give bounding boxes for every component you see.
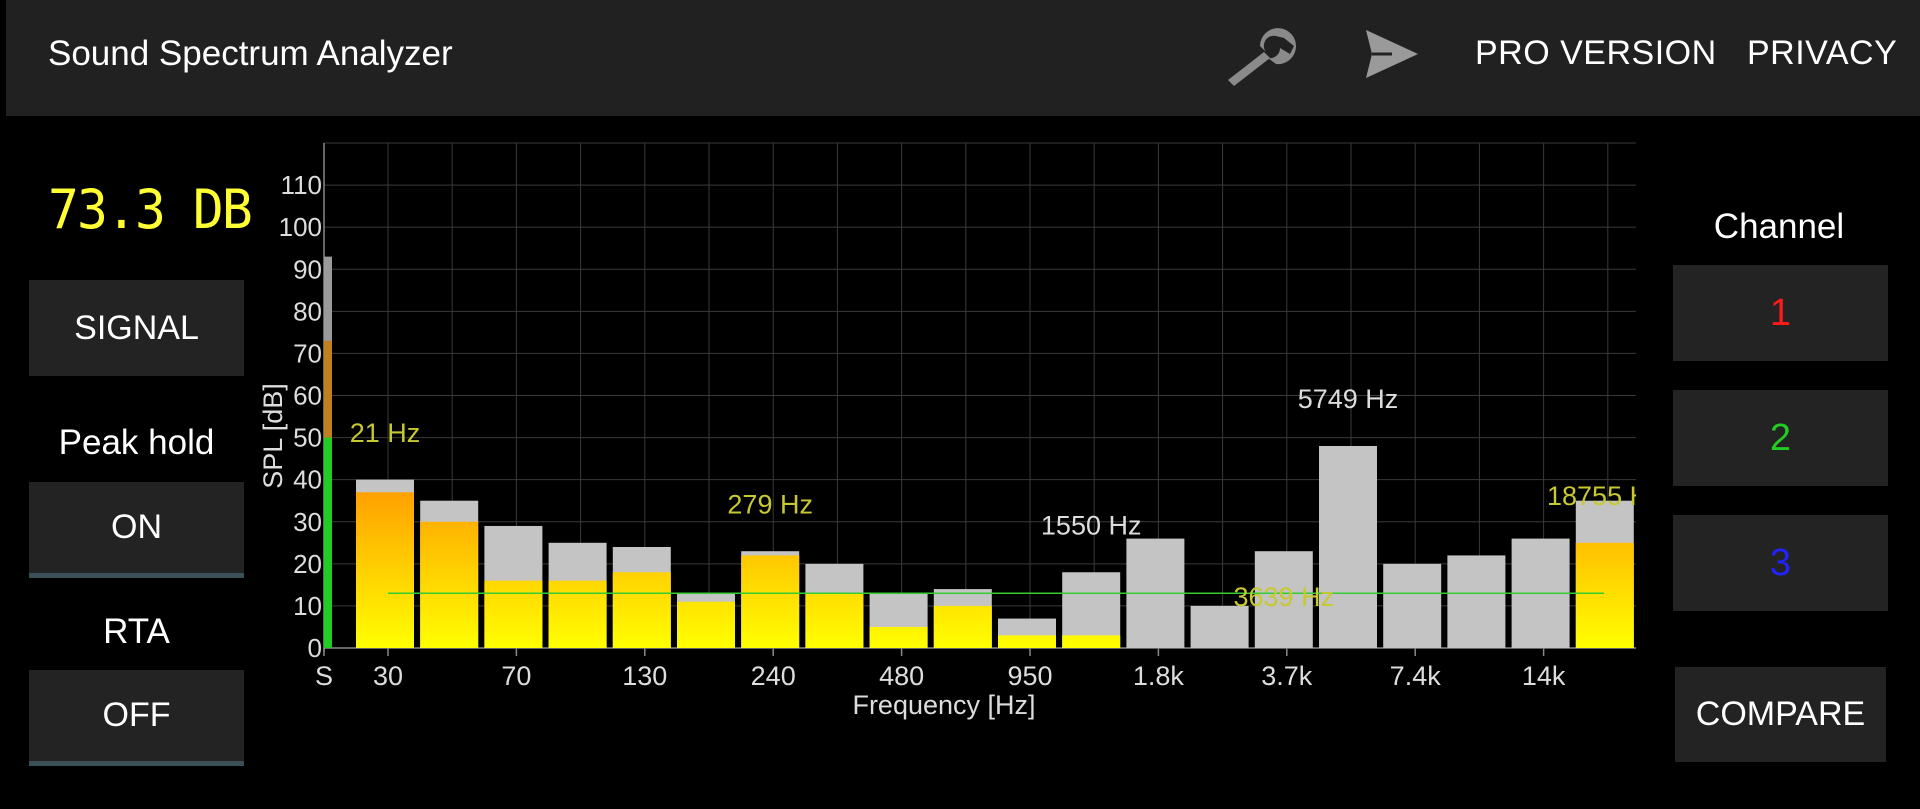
level-bar bbox=[741, 555, 800, 648]
x-tick-label: 7.4k bbox=[1390, 661, 1442, 691]
peak-frequency-label: 1550 Hz bbox=[1041, 510, 1142, 540]
y-tick-label: 90 bbox=[293, 254, 322, 284]
spectrum-chart: 0 10 20 30 40 50 60 70 80 90 100 110 21 Hz 279 Hz 1550… bbox=[258, 142, 1663, 720]
level-bar bbox=[548, 580, 607, 648]
peak-bar bbox=[1447, 555, 1506, 648]
y-tick-label: 10 bbox=[293, 591, 322, 621]
peak-bar bbox=[1319, 446, 1377, 648]
y-tick-label: 110 bbox=[281, 170, 322, 200]
level-bar bbox=[420, 521, 479, 648]
x-tick-label: 30 bbox=[373, 661, 403, 691]
y-tick-label: 80 bbox=[293, 296, 322, 326]
level-bar bbox=[484, 580, 543, 648]
level-bar bbox=[356, 492, 414, 648]
peak-frequency-label: 3639 Hz bbox=[1234, 582, 1335, 612]
x-tick-label: 130 bbox=[622, 661, 667, 691]
x-tick-label: S bbox=[315, 661, 333, 691]
y-tick-label: 30 bbox=[293, 507, 322, 537]
level-bar bbox=[805, 593, 864, 648]
peak-frequency-label: 5749 Hz bbox=[1298, 384, 1399, 414]
level-bar bbox=[677, 601, 735, 648]
signal-bar bbox=[324, 437, 332, 648]
y-tick-label: 40 bbox=[293, 465, 322, 495]
bars-group bbox=[356, 446, 1634, 648]
level-bar bbox=[933, 605, 992, 648]
y-tick-label: 60 bbox=[293, 381, 322, 411]
peak-bar bbox=[1383, 563, 1442, 648]
y-tick-label: 100 bbox=[279, 212, 322, 242]
y-tick-label: 70 bbox=[293, 338, 322, 368]
peak-frequency-label: 279 Hz bbox=[727, 489, 813, 519]
x-tick-label: 3.7k bbox=[1261, 661, 1313, 691]
peak-bar bbox=[1190, 605, 1249, 648]
peak-frequency-label: 18755 Hz bbox=[1547, 481, 1663, 511]
level-bar bbox=[869, 626, 928, 648]
x-tick-label: 240 bbox=[751, 661, 796, 691]
x-tick-label: 14k bbox=[1522, 661, 1566, 691]
y-axis-label: SPL [dB] bbox=[258, 383, 288, 489]
x-tick-label: 950 bbox=[1007, 661, 1052, 691]
x-tick-label: 480 bbox=[879, 661, 924, 691]
x-tick-label: 70 bbox=[501, 661, 531, 691]
y-tick-label: 50 bbox=[293, 423, 322, 453]
level-bar bbox=[1575, 542, 1634, 648]
x-axis-label: Frequency [Hz] bbox=[852, 690, 1035, 720]
y-tick-label: 0 bbox=[308, 633, 322, 663]
level-bar bbox=[612, 572, 671, 648]
level-bar bbox=[1062, 635, 1121, 648]
y-tick-label: 20 bbox=[293, 549, 322, 579]
peak-frequency-label: 21 Hz bbox=[350, 418, 421, 448]
level-bar bbox=[998, 635, 1056, 648]
x-tick-label: 1.8k bbox=[1133, 661, 1185, 691]
